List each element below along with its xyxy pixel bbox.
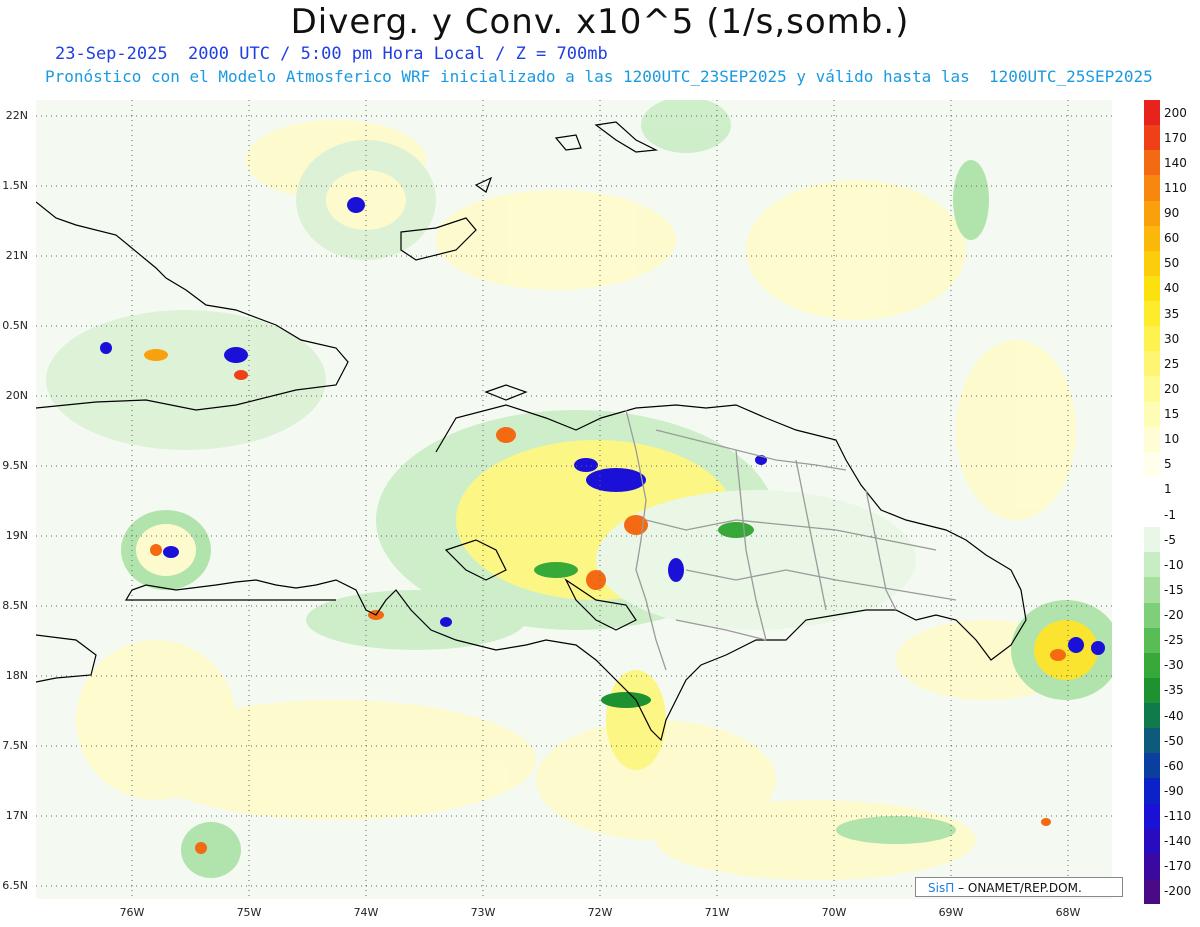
colorbar-tick-label: 1 — [1164, 482, 1172, 497]
colorbar-segment — [1144, 703, 1160, 729]
colorbar-segment — [1144, 275, 1160, 301]
map-graphic — [36, 100, 1112, 899]
colorbar-tick-label: -1 — [1164, 507, 1176, 522]
colorbar-segment — [1144, 677, 1160, 703]
lon-label: 68W — [1055, 906, 1081, 919]
lat-label: 7.5N — [2, 739, 28, 752]
lat-label: 8.5N — [2, 599, 28, 612]
colorbar-tick-label: -25 — [1164, 633, 1184, 648]
valid-time-subtitle: 23-Sep-2025 2000 UTC / 5:00 pm Hora Loca… — [55, 44, 608, 64]
lat-label: 6.5N — [2, 879, 28, 892]
credit-text: – ONAMET/REP.DOM. — [958, 881, 1082, 895]
chart-title: Diverg. y Conv. x10^5 (1/s,somb.) — [290, 2, 910, 42]
colorbar-tick-label: 60 — [1164, 231, 1180, 246]
lat-label: 22N — [5, 109, 28, 122]
lon-label: 74W — [353, 906, 379, 919]
colorbar-tick-label: 10 — [1164, 432, 1180, 447]
colorbar-segment — [1144, 351, 1160, 377]
colorbar-segment — [1144, 728, 1160, 754]
colorbar-segment — [1144, 125, 1160, 151]
colorbar-tick-label: 20 — [1164, 381, 1180, 396]
lat-label: 18N — [5, 669, 28, 682]
divergence-map — [36, 100, 1112, 899]
colorbar-segment — [1144, 828, 1160, 854]
colorbar-segment — [1144, 878, 1160, 904]
colorbar-segment — [1144, 602, 1160, 628]
colorbar-segment — [1144, 150, 1160, 176]
colorbar-segment — [1144, 552, 1160, 578]
lat-label: 19N — [5, 529, 28, 542]
lon-label: 73W — [470, 906, 496, 919]
colorbar-tick-label: 30 — [1164, 331, 1180, 346]
lon-label: 71W — [704, 906, 730, 919]
colorbar-tick-label: -30 — [1164, 658, 1184, 673]
colorbar-segment — [1144, 250, 1160, 276]
colorbar-tick-label: 140 — [1164, 155, 1187, 170]
colorbar-segment — [1144, 200, 1160, 226]
lat-label: 0.5N — [2, 319, 28, 332]
colorbar-tick-label: 15 — [1164, 407, 1180, 422]
colorbar-tick-label: -40 — [1164, 708, 1184, 723]
credit-box: SisΠ – ONAMET/REP.DOM. — [915, 877, 1123, 897]
colorbar-tick-label: -20 — [1164, 608, 1184, 623]
lon-label: 69W — [938, 906, 964, 919]
colorbar-segment — [1144, 376, 1160, 402]
colorbar-tick-label: -140 — [1164, 834, 1192, 849]
colorbar-segment — [1144, 301, 1160, 327]
colorbar-segment — [1144, 100, 1160, 126]
colorbar-tick-label: 90 — [1164, 206, 1180, 221]
colorbar-segment — [1144, 175, 1160, 201]
colorbar-segment — [1144, 627, 1160, 653]
model-run-subtitle: Pronóstico con el Modelo Atmosferico WRF… — [45, 67, 1153, 86]
colorbar-tick-label: -5 — [1164, 532, 1176, 547]
colorbar-tick-label: -110 — [1164, 809, 1192, 824]
colorbar-segment — [1144, 401, 1160, 427]
colorbar-segment — [1144, 502, 1160, 528]
lon-label: 76W — [119, 906, 145, 919]
colorbar-tick-label: -10 — [1164, 557, 1184, 572]
colorbar-segment — [1144, 527, 1160, 553]
lon-label: 72W — [587, 906, 613, 919]
colorbar-segment — [1144, 426, 1160, 452]
lat-label: 9.5N — [2, 459, 28, 472]
divergence-field — [46, 100, 1112, 880]
colorbar-segment — [1144, 853, 1160, 879]
colorbar-tick-label: -35 — [1164, 683, 1184, 698]
colorbar-tick-label: -15 — [1164, 582, 1184, 597]
colorbar-segment — [1144, 652, 1160, 678]
lat-label: 21N — [5, 249, 28, 262]
colorbar-segment — [1144, 753, 1160, 779]
colorbar — [1144, 100, 1160, 904]
colorbar-segment — [1144, 225, 1160, 251]
lon-label: 70W — [821, 906, 847, 919]
sispi-logo-text: SisΠ — [928, 881, 955, 895]
colorbar-tick-label: -170 — [1164, 859, 1192, 874]
colorbar-tick-label: 200 — [1164, 105, 1187, 120]
colorbar-tick-label: 25 — [1164, 356, 1180, 371]
colorbar-tick-label: 110 — [1164, 180, 1187, 195]
lat-label: 1.5N — [2, 179, 28, 192]
colorbar-tick-label: 5 — [1164, 457, 1172, 472]
colorbar-tick-label: -90 — [1164, 783, 1184, 798]
colorbar-tick-label: 35 — [1164, 306, 1180, 321]
lon-label: 75W — [236, 906, 262, 919]
colorbar-segment — [1144, 451, 1160, 477]
colorbar-segment — [1144, 577, 1160, 603]
colorbar-tick-label: -200 — [1164, 884, 1192, 899]
colorbar-segment — [1144, 803, 1160, 829]
colorbar-tick-label: -50 — [1164, 733, 1184, 748]
colorbar-segment — [1144, 326, 1160, 352]
colorbar-segment — [1144, 476, 1160, 502]
lat-label: 20N — [5, 389, 28, 402]
colorbar-tick-label: 50 — [1164, 256, 1180, 271]
lat-label: 17N — [5, 809, 28, 822]
colorbar-segment — [1144, 778, 1160, 804]
colorbar-tick-label: 170 — [1164, 130, 1187, 145]
colorbar-tick-label: 40 — [1164, 281, 1180, 296]
colorbar-tick-label: -60 — [1164, 758, 1184, 773]
